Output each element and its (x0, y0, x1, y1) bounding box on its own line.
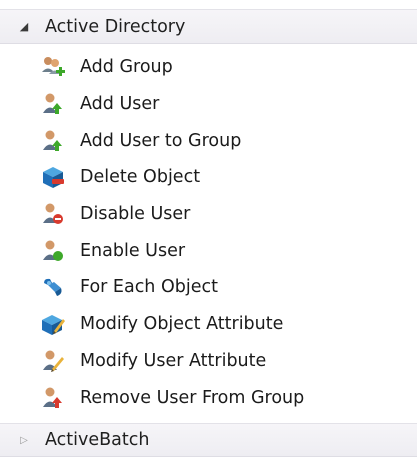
section-header-label: Active Directory (45, 16, 186, 37)
item-label: Remove User From Group (80, 387, 305, 408)
for-each-object-icon (39, 273, 67, 301)
item-label: Modify Object Attribute (80, 314, 284, 335)
active-directory-item-list: Add Group Add User Add User to Group Del… (0, 49, 417, 416)
item-label: Delete Object (80, 167, 201, 188)
expanded-triangle-icon[interactable]: ◢ (15, 20, 33, 33)
list-item-for-each-object[interactable]: For Each Object (0, 269, 417, 306)
list-item-modify-user-attribute[interactable]: Modify User Attribute (0, 343, 417, 380)
enable-user-icon (39, 237, 67, 265)
list-item-add-user[interactable]: Add User (0, 86, 417, 123)
item-label: Disable User (80, 204, 191, 225)
disable-user-icon (39, 200, 67, 228)
item-label: Add User (80, 94, 160, 115)
list-item-add-user-to-group[interactable]: Add User to Group (0, 122, 417, 159)
add-user-icon (39, 90, 67, 118)
delete-object-icon (39, 163, 67, 191)
item-label: For Each Object (80, 277, 218, 298)
list-item-enable-user[interactable]: Enable User (0, 232, 417, 269)
add-user-to-group-icon (39, 127, 67, 155)
toolbox-panel: ◢ Active Directory Add Group Add User Ad… (0, 0, 417, 457)
collapsed-triangle-icon[interactable]: ▷ (15, 435, 33, 446)
add-group-icon (39, 53, 67, 81)
remove-user-from-group-icon (39, 384, 67, 412)
list-item-modify-object-attribute[interactable]: Modify Object Attribute (0, 306, 417, 343)
list-item-disable-user[interactable]: Disable User (0, 196, 417, 233)
item-label: Add Group (80, 57, 173, 78)
modify-user-attribute-icon (39, 347, 67, 375)
list-item-add-group[interactable]: Add Group (0, 49, 417, 86)
list-item-remove-user-from-group[interactable]: Remove User From Group (0, 379, 417, 416)
item-label: Enable User (80, 240, 186, 261)
list-item-delete-object[interactable]: Delete Object (0, 159, 417, 196)
section-header-activebatch[interactable]: ▷ ActiveBatch (0, 423, 417, 457)
section-header-label: ActiveBatch (45, 430, 150, 450)
modify-object-attribute-icon (39, 310, 67, 338)
item-label: Add User to Group (80, 130, 242, 151)
section-header-active-directory[interactable]: ◢ Active Directory (0, 9, 417, 44)
item-label: Modify User Attribute (80, 350, 267, 371)
